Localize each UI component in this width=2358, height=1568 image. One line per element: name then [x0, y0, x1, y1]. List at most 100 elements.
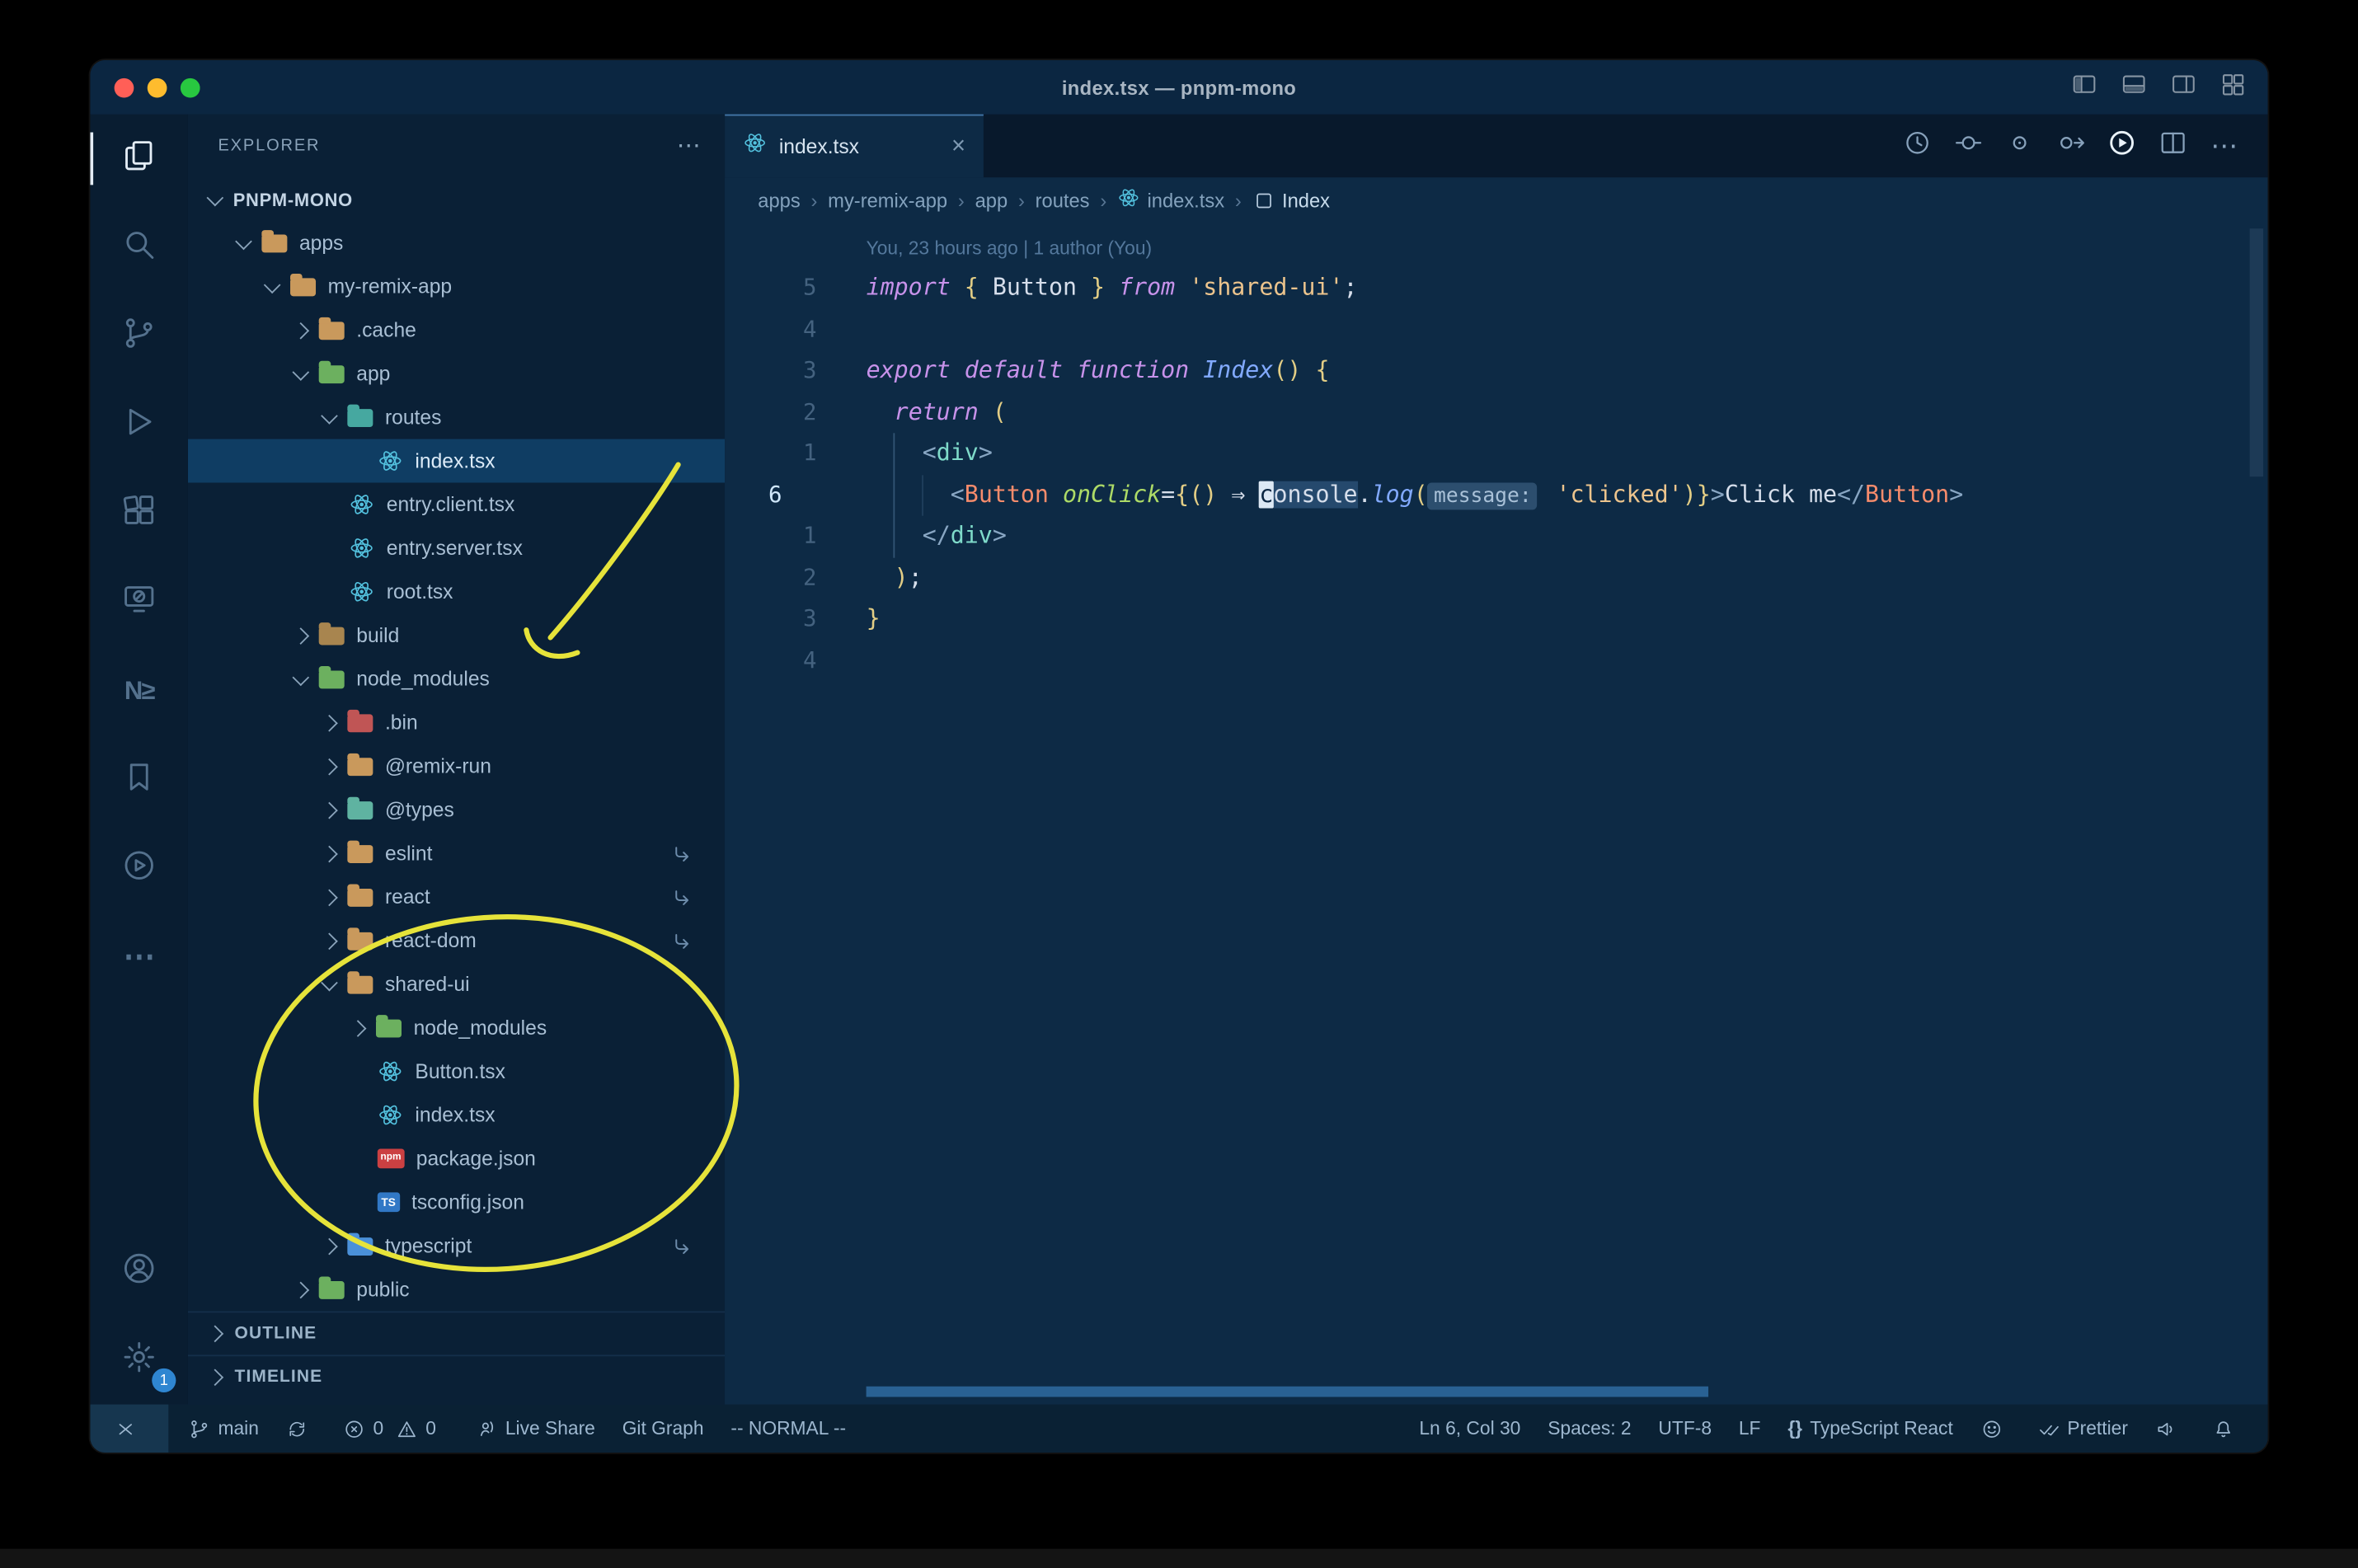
tree-item-node-modules[interactable]: node_modules — [188, 657, 725, 701]
tree-item-my-remix-app[interactable]: my-remix-app — [188, 265, 725, 308]
status-git-graph[interactable]: Git Graph — [608, 1405, 717, 1453]
tab-index-tsx[interactable]: index.tsx × — [725, 114, 984, 178]
code-line-5[interactable]: 1 <div> — [725, 433, 2267, 474]
tree-item-react[interactable]: react — [188, 876, 725, 919]
tree-item-.cache[interactable]: .cache — [188, 308, 725, 352]
open-changes-button[interactable] — [1943, 115, 1994, 178]
activity-accounts-button[interactable] — [90, 1227, 188, 1316]
minimize-window-button[interactable] — [147, 77, 167, 98]
activity-run-and-debug-button[interactable] — [90, 380, 188, 469]
close-icon[interactable]: × — [951, 134, 965, 158]
tree-item-.bin[interactable]: .bin — [188, 701, 725, 744]
toggle-panel-icon[interactable] — [2121, 70, 2148, 105]
react-file-icon — [349, 535, 374, 561]
status-feedback[interactable] — [2141, 1405, 2198, 1453]
breadcrumb-app[interactable]: app — [975, 189, 1008, 211]
toggle-sidebar-icon[interactable] — [2071, 70, 2098, 105]
status-live-share[interactable]: Live Share — [462, 1405, 608, 1453]
more-actions-button[interactable]: ⋯ — [2199, 115, 2250, 178]
close-window-button[interactable] — [114, 77, 134, 98]
horizontal-scrollbar[interactable] — [866, 1386, 1709, 1397]
tree-item-apps[interactable]: apps — [188, 221, 725, 265]
status-eol[interactable]: LF — [1725, 1405, 1773, 1453]
status-problems[interactable]: 00 — [330, 1405, 462, 1453]
breadcrumb-routes[interactable]: routes — [1036, 189, 1090, 211]
folder-icon — [347, 709, 373, 732]
section-outline[interactable]: OUTLINE — [187, 1311, 726, 1355]
title-bar[interactable]: index.tsx — pnpm-mono — [90, 59, 2268, 115]
code-line-9[interactable]: 3} — [725, 599, 2267, 640]
code-line-8[interactable]: 2 ); — [725, 557, 2267, 599]
activity-explorer-button[interactable] — [90, 115, 188, 204]
history-button[interactable] — [1892, 115, 1943, 178]
desktop: index.tsx — pnpm-mono N≥ ⋯ 1 EXPLORER ⋯ PN… — [0, 0, 2358, 1568]
tree-item-index.tsx[interactable]: index.tsx — [188, 1093, 725, 1137]
tree-item-pnpm-mono[interactable]: PNPM-MONO — [188, 177, 725, 221]
code-line-4[interactable]: 2 return ( — [725, 392, 2267, 433]
breadcrumb-index-tsx[interactable]: index.tsx — [1117, 186, 1224, 214]
tree-item-shared-ui[interactable]: shared-ui — [188, 962, 725, 1006]
tree-item-react-dom[interactable]: react-dom — [188, 918, 725, 962]
tree-item-@remix-run[interactable]: @remix-run — [188, 744, 725, 788]
tree-item-node-modules[interactable]: node_modules — [188, 1006, 725, 1049]
code-line-7[interactable]: 1 </div> — [725, 516, 2267, 557]
compare-button[interactable] — [2046, 115, 2097, 178]
status-prettier[interactable]: Prettier — [2024, 1405, 2142, 1453]
code-line-2[interactable]: 4 — [725, 309, 2267, 350]
status-vim-mode[interactable]: -- NORMAL -- — [717, 1405, 860, 1453]
tree-item-entry.client.tsx[interactable]: entry.client.tsx — [188, 482, 725, 526]
run-code-button[interactable] — [2097, 115, 2148, 178]
tree-item-root.tsx[interactable]: root.tsx — [188, 570, 725, 613]
code-line-1[interactable]: 5 import { Button } from 'shared-ui'; — [725, 268, 2267, 309]
tree-item-eslint[interactable]: eslint — [188, 832, 725, 876]
tree-item-public[interactable]: public — [188, 1268, 725, 1312]
feedback-icon — [2155, 1417, 2177, 1439]
activity-more-views-button[interactable]: ⋯ — [90, 913, 188, 1002]
activity-extensions-button[interactable] — [90, 469, 188, 558]
tree-item-entry.server.tsx[interactable]: entry.server.tsx — [188, 526, 725, 570]
status-language-mode[interactable]: {} TypeScript React — [1774, 1405, 1966, 1453]
line-number: 4 — [802, 646, 817, 674]
code-editor[interactable]: You, 23 hours ago | 1 author (You) 5 impo… — [725, 223, 2267, 1405]
code-line-6[interactable]: 6 <Button onClick={() ⇒ console.log(mess… — [725, 474, 2267, 515]
activity-settings-button[interactable]: 1 — [90, 1316, 188, 1405]
status-sync[interactable] — [272, 1405, 329, 1453]
open-revision-button[interactable] — [1994, 115, 2046, 178]
breadcrumb-Index[interactable]: Index — [1252, 189, 1330, 211]
tree-item-index.tsx[interactable]: index.tsx — [187, 439, 726, 483]
tree-item-app[interactable]: app — [188, 352, 725, 396]
tree-item-typescript[interactable]: typescript — [188, 1224, 725, 1268]
customize-layout-icon[interactable] — [2219, 70, 2247, 105]
tree-item-build[interactable]: build — [188, 613, 725, 657]
status-extension-face[interactable] — [1966, 1405, 2023, 1453]
status-cursor-position[interactable]: Ln 6, Col 30 — [1406, 1405, 1534, 1453]
code-line-10[interactable]: 4 — [725, 640, 2267, 681]
tab-bar: index.tsx × ⋯ — [725, 114, 2268, 178]
activity-remote-explorer-button[interactable] — [90, 558, 188, 647]
activity-source-control-button[interactable] — [90, 292, 188, 381]
status-indentation[interactable]: Spaces: 2 — [1534, 1405, 1645, 1453]
breadcrumb-my-remix-app[interactable]: my-remix-app — [828, 189, 947, 211]
activity-bookmarks-button[interactable] — [90, 735, 188, 824]
section-timeline[interactable]: TIMELINE — [187, 1354, 726, 1398]
activity-run-button[interactable] — [90, 824, 188, 913]
tree-item-button.tsx[interactable]: Button.tsx — [188, 1049, 725, 1093]
code-line-3[interactable]: 3 export default function Index() { — [725, 350, 2267, 392]
sidebar-title: EXPLORER — [218, 136, 321, 155]
zoom-window-button[interactable] — [180, 77, 200, 98]
activity-nx-console-button[interactable]: N≥ — [90, 646, 188, 735]
tree-item-routes[interactable]: routes — [188, 396, 725, 439]
sidebar-more-actions-icon[interactable]: ⋯ — [677, 131, 701, 161]
vertical-scrollbar[interactable] — [2249, 228, 2264, 477]
tree-item-tsconfig.json[interactable]: TS tsconfig.json — [188, 1181, 725, 1224]
status-notifications[interactable] — [2199, 1405, 2256, 1453]
toggle-secondary-sidebar-icon[interactable] — [2170, 70, 2197, 105]
activity-search-button[interactable] — [90, 203, 188, 292]
status-remote[interactable] — [90, 1404, 169, 1453]
status-branch[interactable]: main — [175, 1405, 273, 1453]
status-encoding[interactable]: UTF-8 — [1645, 1405, 1725, 1453]
tree-item-package.json[interactable]: npm package.json — [188, 1137, 725, 1181]
tree-item-@types[interactable]: @types — [188, 788, 725, 832]
breadcrumb-apps[interactable]: apps — [758, 189, 800, 211]
split-editor-button[interactable] — [2148, 115, 2199, 178]
